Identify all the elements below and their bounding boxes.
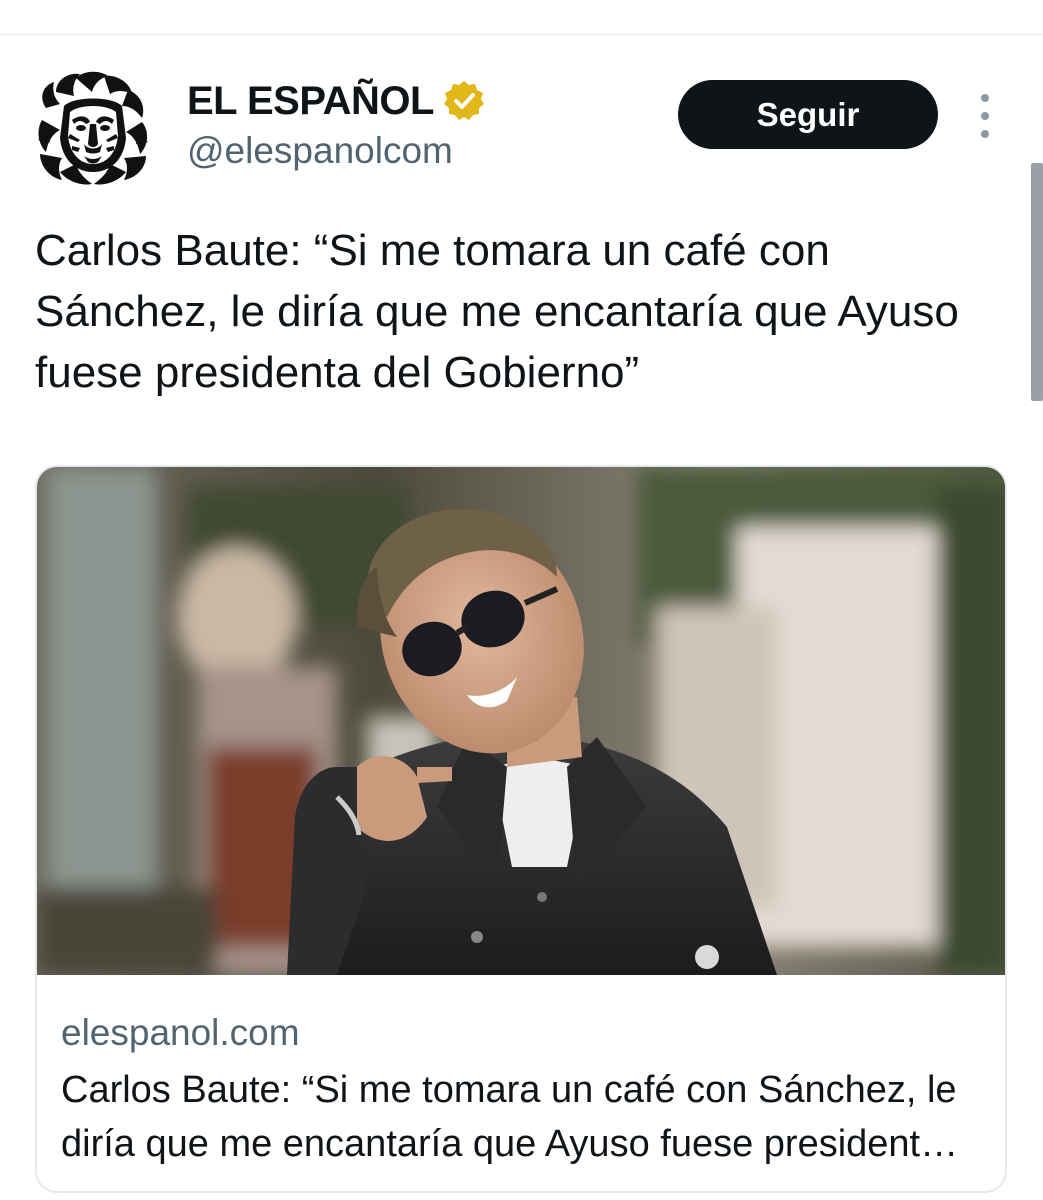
tweet-view: EL ESPAÑOL @elespanolcom Seguir Carlos B… xyxy=(0,0,1043,1200)
more-dot xyxy=(981,130,989,138)
tweet-text: Carlos Baute: “Si me tomara un café con … xyxy=(35,226,959,397)
card-domain[interactable]: elespanol.com xyxy=(61,1012,300,1054)
more-dot xyxy=(981,94,989,102)
display-name-row[interactable]: EL ESPAÑOL xyxy=(187,76,486,126)
top-divider xyxy=(0,34,1043,35)
lion-logo-icon[interactable] xyxy=(34,68,152,186)
article-photo[interactable] xyxy=(37,467,1007,975)
follow-button[interactable]: Seguir xyxy=(678,80,938,149)
account-handle[interactable]: @elespanolcom xyxy=(187,130,453,172)
more-dot xyxy=(981,112,989,120)
link-card[interactable]: elespanol.com Carlos Baute: “Si me tomar… xyxy=(35,465,1007,1193)
more-vertical-icon[interactable] xyxy=(972,94,998,138)
card-title[interactable]: Carlos Baute: “Si me tomara un café con … xyxy=(61,1063,971,1171)
scrollbar[interactable] xyxy=(1031,163,1043,401)
display-name[interactable]: EL ESPAÑOL xyxy=(187,79,434,124)
verified-badge-icon xyxy=(443,81,484,120)
